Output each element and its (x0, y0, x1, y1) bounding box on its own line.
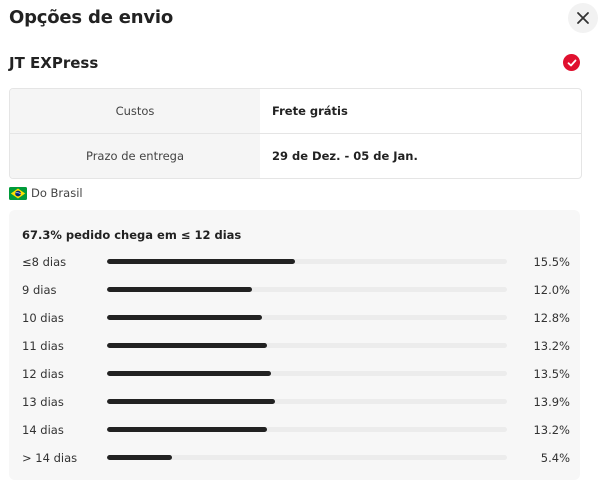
distribution-row: 10 dias 12.8% (9, 310, 580, 326)
distribution-label: 12 dias (22, 367, 64, 381)
carrier-name: JT EXPress (9, 54, 99, 72)
distribution-bar-fill (107, 259, 295, 264)
distribution-summary: 67.3% pedido chega em ≤ 12 dias (22, 228, 242, 242)
distribution-label: > 14 dias (22, 451, 78, 465)
distribution-percent: 13.9% (533, 395, 570, 409)
distribution-label: 10 dias (22, 311, 64, 325)
distribution-row: 14 dias 13.2% (9, 422, 580, 438)
info-label: Custos (10, 89, 260, 133)
info-row-delivery-time: Prazo de entrega 29 de Dez. - 05 de Jan. (10, 133, 581, 178)
distribution-row: 9 dias 12.0% (9, 282, 580, 298)
distribution-bar-track (107, 371, 507, 376)
distribution-label: 14 dias (22, 423, 64, 437)
distribution-bar-fill (107, 343, 267, 348)
distribution-bar-fill (107, 399, 276, 404)
distribution-percent: 13.2% (533, 423, 570, 437)
distribution-row: 13 dias 13.9% (9, 394, 580, 410)
shipping-info-table: Custos Frete grátis Prazo de entrega 29 … (9, 88, 582, 179)
distribution-bar-fill (107, 455, 173, 460)
distribution-label: ≤8 dias (22, 255, 67, 269)
delivery-distribution-panel: 67.3% pedido chega em ≤ 12 dias ≤8 dias 1… (9, 210, 580, 480)
distribution-percent: 12.8% (533, 311, 570, 325)
close-button[interactable] (568, 3, 598, 33)
info-value: Frete grátis (272, 104, 348, 118)
distribution-bar-track (107, 287, 507, 292)
distribution-bar-track (107, 259, 507, 264)
distribution-row: ≤8 dias 15.5% (9, 254, 580, 270)
distribution-row: 11 dias 13.2% (9, 338, 580, 354)
distribution-row: > 14 dias 5.4% (9, 450, 580, 466)
distribution-label: 9 dias (22, 283, 57, 297)
page-title: Opções de envio (9, 7, 174, 28)
distribution-bar-track (107, 427, 507, 432)
info-label: Prazo de entrega (10, 134, 260, 178)
distribution-bar-track (107, 343, 507, 348)
brazil-flag-icon (9, 186, 27, 200)
info-row-cost: Custos Frete grátis (10, 89, 581, 133)
distribution-percent: 12.0% (533, 283, 570, 297)
distribution-percent: 15.5% (533, 255, 570, 269)
origin: Do Brasil (9, 186, 83, 200)
origin-label: Do Brasil (31, 186, 83, 200)
distribution-percent: 13.2% (533, 339, 570, 353)
distribution-percent: 5.4% (540, 451, 570, 465)
distribution-bar-fill (107, 287, 253, 292)
info-value: 29 de Dez. - 05 de Jan. (272, 149, 418, 163)
check-circle-icon (563, 54, 580, 71)
distribution-row: 12 dias 13.5% (9, 366, 580, 382)
distribution-bar-fill (107, 371, 271, 376)
distribution-bar-fill (107, 315, 263, 320)
distribution-label: 11 dias (22, 339, 64, 353)
close-icon (577, 12, 589, 24)
distribution-bar-track (107, 399, 507, 404)
distribution-label: 13 dias (22, 395, 64, 409)
distribution-percent: 13.5% (533, 367, 570, 381)
distribution-bar-track (107, 455, 507, 460)
distribution-bar-fill (107, 427, 267, 432)
distribution-bar-track (107, 315, 507, 320)
